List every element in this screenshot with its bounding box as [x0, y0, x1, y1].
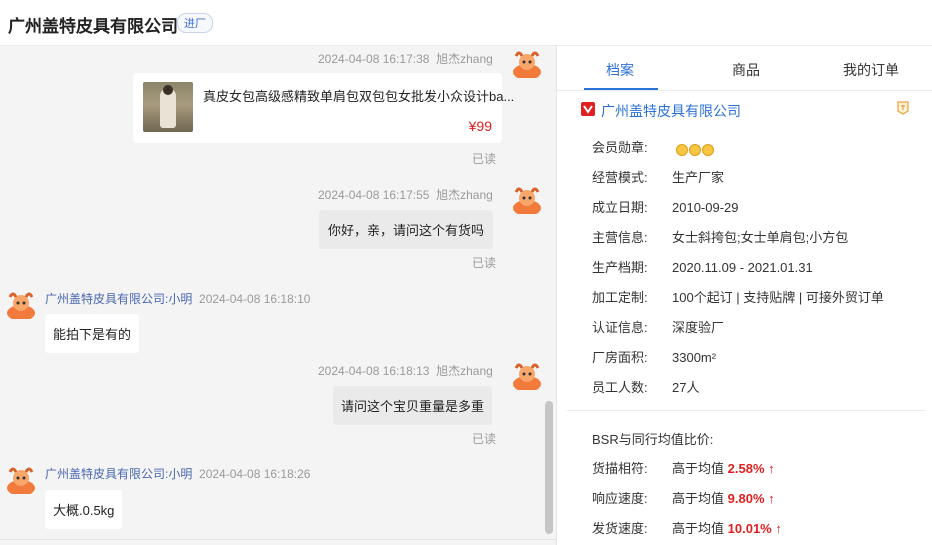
- bsr-row: 发货速度: 高于均值 10.01% ↑: [592, 518, 782, 537]
- info-value: 生产厂家: [672, 170, 725, 185]
- chat-header: 广州盖特皮具有限公司 进厂: [0, 0, 932, 46]
- member-medals: [675, 141, 715, 156]
- message-time: 2024-04-08 16:17:55: [318, 188, 430, 202]
- info-value: 27人: [672, 380, 700, 395]
- message-bubble[interactable]: 请问这个宝贝重量是多重: [333, 386, 493, 425]
- shop-name[interactable]: 广州盖特皮具有限公司: [601, 103, 741, 119]
- info-row-business-mode: 经营模式: 生产厂家: [592, 167, 724, 186]
- info-label: 生产档期:: [592, 260, 648, 275]
- shop-avatar[interactable]: [6, 289, 36, 319]
- bsr-prefix: 高于均值: [672, 491, 725, 506]
- user-avatar[interactable]: [512, 184, 542, 214]
- product-card[interactable]: 真皮女包高级感精致单肩包双包包女批发小众设计ba... ¥99: [133, 73, 514, 143]
- side-badge-icon[interactable]: [896, 101, 910, 115]
- message-meta: 广州盖特皮具有限公司:小明 2024-04-08 16:18:26: [45, 465, 310, 482]
- tabs-divider: [557, 90, 932, 91]
- message-sender[interactable]: 广州盖特皮具有限公司:小明: [45, 467, 192, 481]
- info-value: 深度验厂: [672, 320, 725, 335]
- message-sender: 旭杰zhang: [436, 52, 493, 66]
- read-status: 已读: [472, 152, 497, 166]
- product-price: ¥99: [468, 118, 492, 134]
- info-row-schedule: 生产档期: 2020.11.09 - 2021.01.31: [592, 257, 813, 276]
- message-bubble[interactable]: 能拍下是有的: [45, 314, 140, 353]
- info-value: 女士斜挎包;女士单肩包;小方包: [672, 230, 849, 245]
- info-panel: 档案 商品 我的订单 广州盖特皮具有限公司 会员勋章: 经营模式: 生产厂家 成立…: [556, 46, 932, 545]
- bsr-prefix: 高于均值: [672, 461, 725, 476]
- info-label: 主营信息:: [592, 230, 648, 245]
- medal-icon: [701, 143, 714, 156]
- factory-badge[interactable]: 进厂: [177, 13, 213, 33]
- arrow-up-icon: ↑: [768, 491, 775, 506]
- chat-divider: [0, 539, 556, 540]
- product-thumbnail[interactable]: [143, 82, 193, 132]
- message-meta: 广州盖特皮具有限公司:小明 2024-04-08 16:18:10: [45, 290, 310, 307]
- bsr-row: 货描相符: 高于均值 2.58% ↑: [592, 458, 775, 477]
- message-sender[interactable]: 广州盖特皮具有限公司:小明: [45, 292, 192, 306]
- tab-my-orders[interactable]: 我的订单: [843, 60, 899, 80]
- product-title[interactable]: 真皮女包高级感精致单肩包双包包女批发小众设计ba...: [203, 86, 514, 105]
- info-value: 100个起订 | 支持贴牌 | 可接外贸订单: [672, 290, 884, 305]
- user-avatar[interactable]: [512, 48, 542, 78]
- info-value: 2010-09-29: [672, 200, 739, 215]
- shop-title: 广州盖特皮具有限公司: [8, 17, 178, 36]
- info-value: 3300m²: [672, 350, 717, 365]
- message-time: 2024-04-08 16:18:26: [199, 467, 311, 481]
- medal-icon: [675, 143, 688, 156]
- info-row-main-products: 主营信息: 女士斜挎包;女士单肩包;小方包: [592, 227, 848, 246]
- message-time: 2024-04-08 16:18:13: [318, 364, 430, 378]
- message-meta: 2024-04-08 16:17:38 旭杰zhang: [318, 50, 493, 67]
- info-row-founded: 成立日期: 2010-09-29: [592, 197, 739, 216]
- message-time: 2024-04-08 16:17:38: [318, 52, 430, 66]
- info-label: 加工定制:: [592, 290, 648, 305]
- info-value: 2020.11.09 - 2021.01.31: [672, 260, 813, 275]
- info-row-employees: 员工人数: 27人: [592, 377, 699, 396]
- bsr-label: 货描相符:: [592, 461, 648, 476]
- info-label: 会员勋章:: [592, 140, 648, 155]
- message-sender: 旭杰zhang: [436, 364, 493, 378]
- info-row-certification: 认证信息: 深度验厂: [592, 317, 724, 336]
- tab-profile[interactable]: 档案: [606, 60, 634, 80]
- info-label: 厂房面积:: [592, 350, 648, 365]
- message-meta: 2024-04-08 16:17:55 旭杰zhang: [318, 186, 493, 203]
- bsr-label: 响应速度:: [592, 491, 648, 506]
- chat-area[interactable]: 2024-04-08 16:17:38 旭杰zhang 真皮女包高级感精致单肩包…: [0, 46, 556, 545]
- read-status: 已读: [472, 256, 497, 270]
- shop-avatar[interactable]: [6, 464, 36, 494]
- chat-scrollbar[interactable]: [545, 401, 553, 534]
- arrow-up-icon: ↑: [775, 521, 782, 536]
- bsr-label: 发货速度:: [592, 521, 648, 536]
- user-avatar[interactable]: [512, 360, 542, 390]
- tab-products[interactable]: 商品: [732, 60, 760, 80]
- bsr-prefix: 高于均值: [672, 521, 725, 536]
- bsr-value: 10.01%: [727, 521, 772, 536]
- shop-name-link[interactable]: 广州盖特皮具有限公司: [581, 101, 741, 121]
- bsr-value: 9.80%: [727, 491, 765, 506]
- info-label: 经营模式:: [592, 170, 648, 185]
- message-meta: 2024-04-08 16:18:13 旭杰zhang: [318, 362, 493, 379]
- info-label: 员工人数:: [592, 380, 648, 395]
- read-status: 已读: [472, 432, 497, 446]
- bsr-value: 2.58%: [727, 461, 765, 476]
- info-row-factory-area: 厂房面积: 3300m²: [592, 347, 716, 366]
- bsr-title: BSR与同行均值比价:: [592, 432, 714, 447]
- message-sender: 旭杰zhang: [436, 188, 493, 202]
- info-row-customization: 加工定制: 100个起订 | 支持贴牌 | 可接外贸订单: [592, 287, 884, 306]
- arrow-up-icon: ↑: [768, 461, 775, 476]
- section-divider: [567, 410, 925, 411]
- info-row-medals: 会员勋章:: [592, 137, 715, 156]
- bsr-row: 响应速度: 高于均值 9.80% ↑: [592, 488, 775, 507]
- message-bubble[interactable]: 大概.0.5kg: [45, 490, 123, 529]
- medal-icon: [688, 143, 701, 156]
- message-time: 2024-04-08 16:18:10: [199, 292, 311, 306]
- info-label: 认证信息:: [592, 320, 648, 335]
- message-bubble[interactable]: 你好，亲，请问这个有货吗: [319, 210, 494, 249]
- info-label: 成立日期:: [592, 200, 648, 215]
